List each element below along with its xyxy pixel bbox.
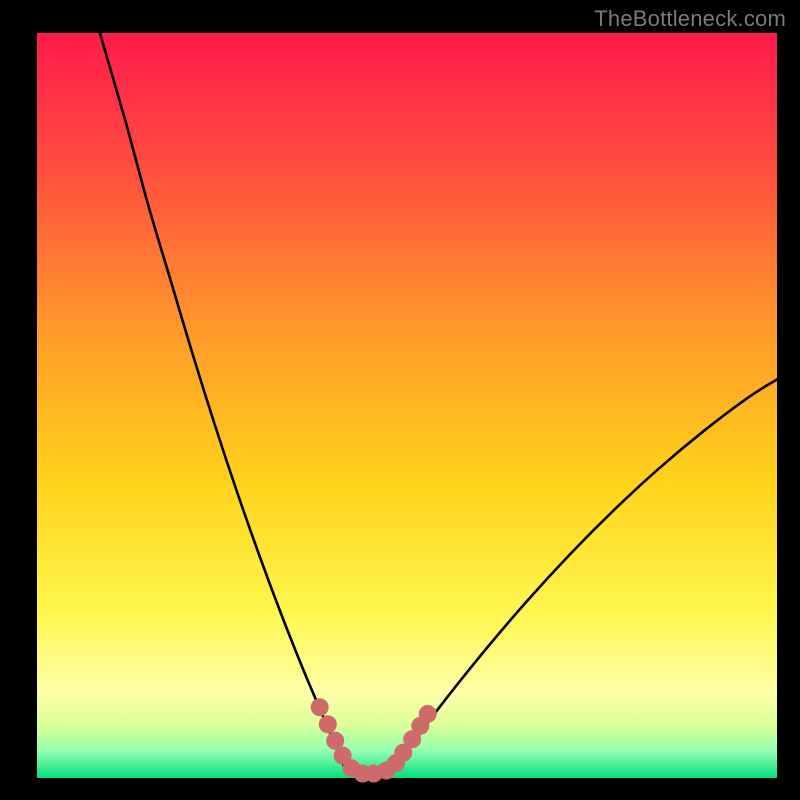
plot-background <box>37 33 777 778</box>
chart-frame: TheBottleneck.com <box>0 0 800 800</box>
highlight-marker <box>419 705 437 723</box>
highlight-marker <box>311 698 329 716</box>
highlight-marker <box>319 715 337 733</box>
bottleneck-chart <box>0 0 800 800</box>
